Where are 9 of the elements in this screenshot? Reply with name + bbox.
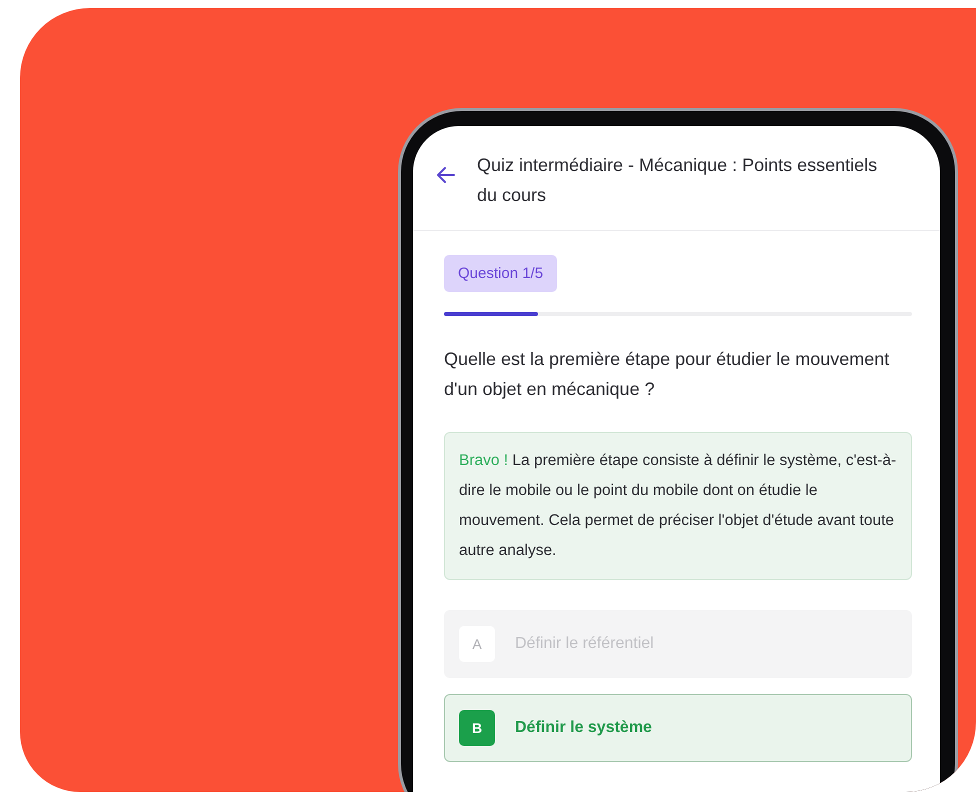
- option-text: Définir le système: [515, 719, 652, 737]
- question-counter: Question 1/5: [444, 255, 558, 292]
- quiz-title: Quiz intermédiaire - Mécanique : Points essentiels du cours: [477, 154, 878, 207]
- feedback-text: Bravo ! La première étape consiste à définir le système, c'est-à-dire le mobile ou le point du mobile dont on étudie le mouvement. Cela permet de préciser l'objet d'étude avant toute autre analyse.: [444, 432, 912, 580]
- back-arrow-icon[interactable]: [435, 164, 457, 186]
- option-letter: B: [459, 710, 495, 746]
- option-letter: A: [459, 626, 495, 662]
- question-text: Quelle est la première étape pour étudier le mouvement d'un objet en mécanique ?: [444, 348, 890, 401]
- answer-option[interactable]: B Définir le système: [444, 694, 912, 762]
